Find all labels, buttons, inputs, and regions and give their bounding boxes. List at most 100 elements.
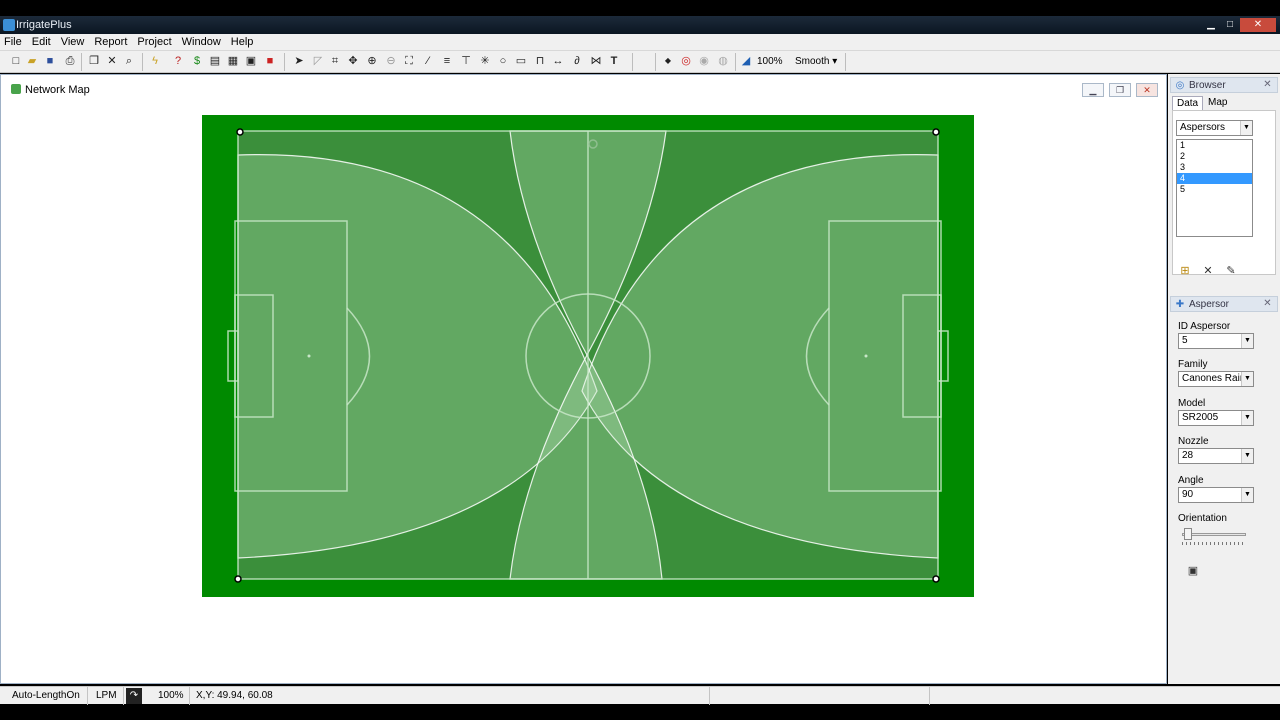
menu-window[interactable]: Window	[178, 34, 225, 48]
list-item[interactable]: 1	[1177, 140, 1252, 151]
doc-close-button[interactable]: ✕	[1136, 83, 1158, 97]
list-item[interactable]: 5	[1177, 184, 1252, 195]
edit-aspersor-icon[interactable]: ✎	[1224, 264, 1238, 278]
nozzle-value: 28	[1182, 450, 1194, 461]
app-icon	[3, 19, 15, 31]
chevron-down-icon: ▼	[1240, 121, 1252, 135]
text-icon[interactable]: T	[607, 54, 621, 68]
aspersor-close-icon[interactable]: ✕	[1261, 298, 1274, 310]
network-map-window: Network Map ▁ ❐ ✕	[0, 74, 1167, 684]
pipe-icon[interactable]: ≡	[440, 54, 454, 68]
model-label: Model	[1178, 398, 1206, 409]
region-select-icon[interactable]: ⌗	[328, 54, 342, 68]
network-map-caption: Network Map ▁ ❐ ✕	[1, 75, 1166, 103]
aspersor-title: Aspersor	[1189, 299, 1230, 310]
browser-close-icon[interactable]: ✕	[1261, 79, 1274, 91]
print-icon[interactable]: ⎙	[63, 54, 77, 68]
save-icon[interactable]: ■	[43, 54, 57, 68]
list-item[interactable]: 2	[1177, 151, 1252, 162]
menu-edit[interactable]: Edit	[28, 34, 55, 48]
valve-icon[interactable]: ⊤	[459, 54, 473, 68]
aspersor-list[interactable]: 1 2 3 4 5	[1176, 139, 1253, 237]
help-query-icon[interactable]: ?	[171, 54, 185, 68]
pan-icon[interactable]: ✥	[346, 54, 360, 68]
report-icon[interactable]: ■	[263, 54, 277, 68]
zoom-in-icon[interactable]: ⊕	[365, 54, 379, 68]
tab-data[interactable]: Data	[1172, 96, 1204, 110]
tank-icon[interactable]: ⊓	[533, 54, 547, 68]
tab-map[interactable]: Map	[1204, 96, 1231, 109]
menu-view[interactable]: View	[57, 34, 89, 48]
delete-icon[interactable]: ✕	[105, 54, 119, 68]
flow-icon[interactable]: ◍	[716, 54, 730, 68]
radius-icon[interactable]: ◉	[697, 54, 711, 68]
angle-select[interactable]: 90 ▼	[1178, 487, 1254, 503]
slider-thumb[interactable]	[1184, 528, 1192, 540]
node-icon[interactable]: ◆	[661, 54, 675, 68]
target-icon[interactable]: ◎	[679, 54, 693, 68]
sprinkler-node-2[interactable]	[932, 128, 940, 136]
orientation-label: Orientation	[1178, 513, 1227, 524]
select-arrow-icon[interactable]: ➤	[292, 54, 306, 68]
run-icon[interactable]: ϟ	[148, 54, 162, 68]
menu-file[interactable]: File	[0, 34, 26, 48]
circle-icon[interactable]: ○	[496, 54, 510, 68]
doc-minimize-button[interactable]: ▁	[1082, 83, 1104, 97]
find-icon[interactable]: ⌕	[122, 54, 136, 68]
network-map-canvas[interactable]	[202, 115, 974, 597]
chevron-down-icon: ▼	[1241, 488, 1253, 502]
doc-restore-button[interactable]: ❐	[1109, 83, 1131, 97]
cost-icon[interactable]: $	[190, 54, 204, 68]
family-select[interactable]: Canones Rain Bird ▼	[1178, 371, 1254, 387]
model-select[interactable]: SR2005 ▼	[1178, 410, 1254, 426]
sprinkler-node-3[interactable]	[234, 575, 242, 583]
maximize-window-button[interactable]: □	[1221, 18, 1239, 32]
properties-icon[interactable]: ▣	[1186, 564, 1200, 578]
orientation-slider[interactable]	[1182, 527, 1252, 545]
id-aspersor-select[interactable]: 5 ▼	[1178, 333, 1254, 349]
document-title: Network Map	[25, 84, 90, 96]
menu-help[interactable]: Help	[227, 34, 258, 48]
angle-value: 90	[1182, 489, 1194, 500]
copy-icon[interactable]: ❐	[87, 54, 101, 68]
chart-icon[interactable]: ▤	[208, 54, 222, 68]
smooth-dropdown[interactable]: Smooth ▾	[795, 56, 837, 67]
browser-title: Browser	[1189, 80, 1226, 91]
add-aspersor-icon[interactable]: ⊞	[1178, 264, 1192, 278]
close-window-button[interactable]: ✕	[1240, 18, 1276, 32]
status-bar: Auto-LengthOn LPM ↷ 100% X,Y: 49.94, 60.…	[0, 686, 1280, 705]
delete-aspersor-icon[interactable]: ✕	[1201, 264, 1215, 278]
id-aspersor-label: ID Aspersor	[1178, 321, 1231, 332]
color-ramp-icon[interactable]: ◢	[739, 54, 753, 68]
browser-category-select[interactable]: Aspersors ▼	[1176, 120, 1253, 136]
table-icon[interactable]: ▦	[226, 54, 240, 68]
angle-label: Angle	[1178, 475, 1204, 486]
browser-category-value: Aspersors	[1180, 122, 1226, 133]
draw-line-icon[interactable]: ⁄	[421, 54, 435, 68]
measure-icon[interactable]: ↔	[551, 54, 565, 68]
minimize-window-button[interactable]: ▁	[1202, 18, 1220, 32]
sprinkler-node-1[interactable]	[236, 128, 244, 136]
nozzle-select[interactable]: 28 ▼	[1178, 448, 1254, 464]
sprinkler-node-4[interactable]	[932, 575, 940, 583]
family-value: Canones Rain Bird	[1182, 373, 1243, 384]
left-penalty-spot	[307, 354, 311, 358]
junction-icon[interactable]: ⋈	[589, 54, 603, 68]
menu-project[interactable]: Project	[133, 34, 175, 48]
sprinkler-icon[interactable]: ✳	[478, 54, 492, 68]
list-item[interactable]: 4	[1177, 173, 1252, 184]
menu-bar: File Edit View Report Project Window Help	[0, 34, 1280, 51]
open-folder-icon[interactable]: ▰	[25, 54, 39, 68]
zoom-out-icon[interactable]: ⊖	[384, 54, 398, 68]
list-item[interactable]: 3	[1177, 162, 1252, 173]
nozzle-label: Nozzle	[1178, 436, 1209, 447]
select-vertex-icon[interactable]: ◸	[311, 54, 325, 68]
curve-icon[interactable]: ∂	[570, 54, 584, 68]
rectangle-icon[interactable]: ▭	[514, 54, 528, 68]
menu-report[interactable]: Report	[90, 34, 131, 48]
new-file-icon[interactable]: □	[9, 54, 23, 68]
toolbar-zoom-value[interactable]: 100%	[757, 56, 783, 67]
browser-panel-header: ◎ Browser ✕	[1170, 77, 1278, 93]
zoom-extent-icon[interactable]: ⛶	[402, 54, 416, 68]
options-icon[interactable]: ▣	[244, 54, 258, 68]
